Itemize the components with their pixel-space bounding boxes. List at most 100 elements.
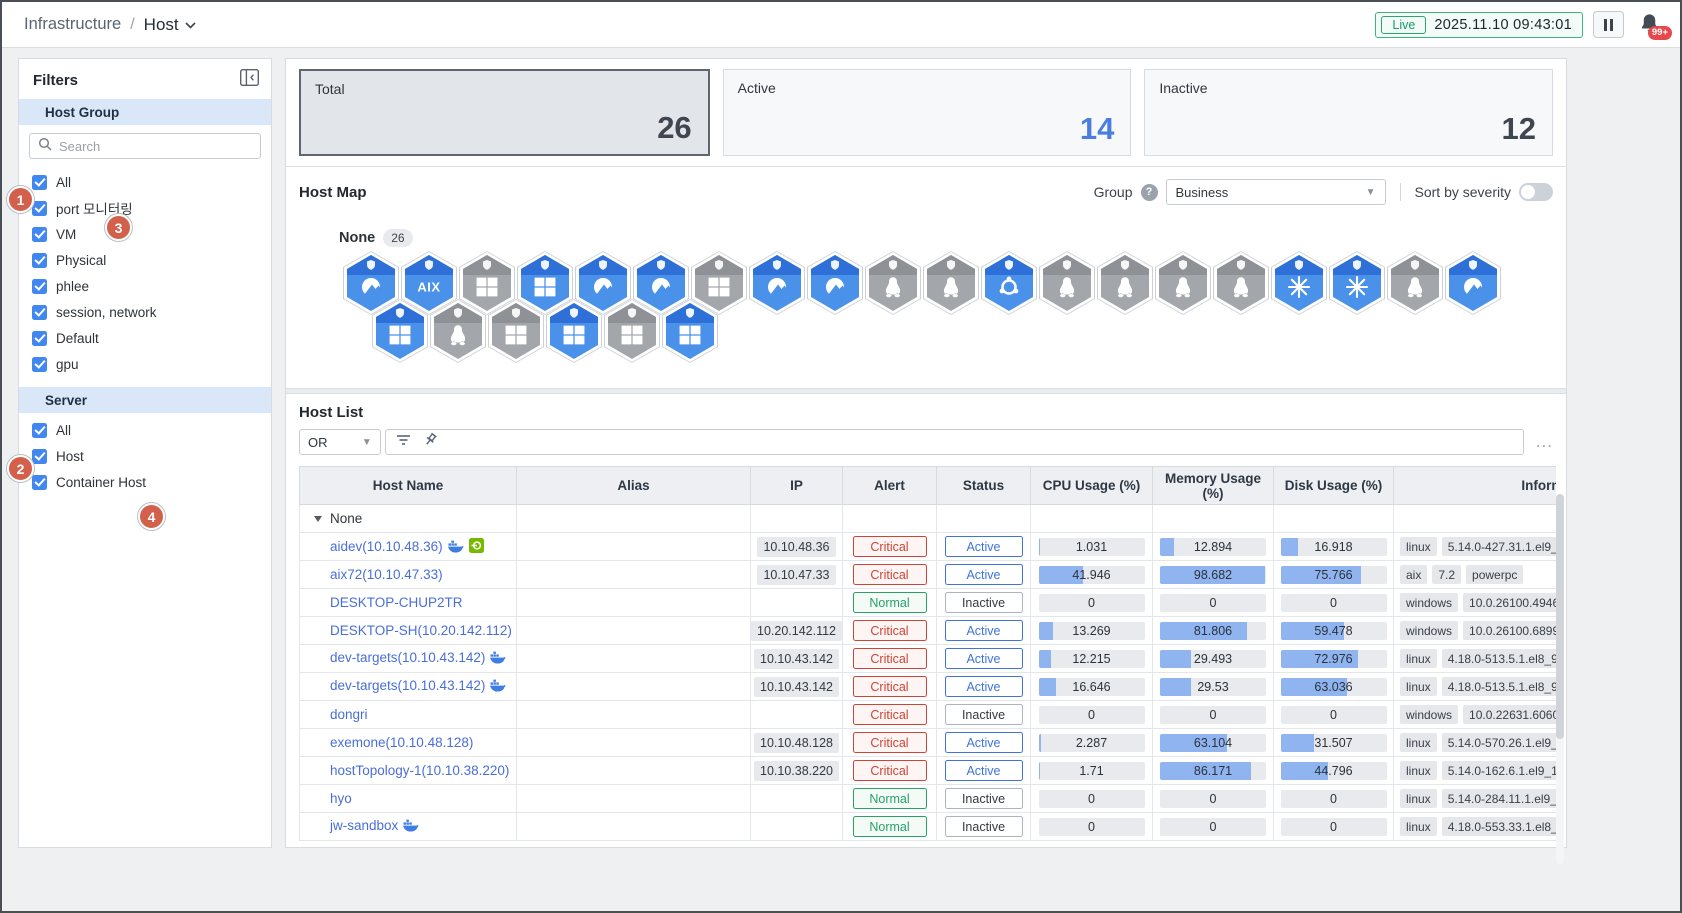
total-card[interactable]: Total 26 — [299, 69, 710, 156]
scrollbar-thumb[interactable] — [1556, 494, 1564, 739]
status-badge[interactable]: Inactive — [944, 816, 1023, 837]
host-hexagon-rocky[interactable] — [1445, 251, 1501, 315]
checkbox-checked-icon[interactable] — [32, 304, 47, 320]
host-link[interactable]: DESKTOP-SH(10.20.142.112) — [330, 623, 512, 638]
filter-checkbox-hostgroup-6[interactable]: Default — [19, 325, 271, 351]
filter-funnel-icon[interactable] — [396, 433, 411, 451]
collapse-panel-icon[interactable] — [239, 68, 260, 91]
host-link[interactable]: aidev(10.10.48.36) — [330, 539, 443, 554]
sort-by-severity-toggle[interactable] — [1519, 183, 1553, 201]
filter-checkbox-hostgroup-2[interactable]: VM — [19, 221, 271, 247]
column-header[interactable]: CPU Usage (%) — [1030, 466, 1153, 505]
search-input[interactable] — [59, 138, 252, 154]
sidebar-section-host-group[interactable]: Host Group — [19, 99, 271, 125]
host-hexagon-linux[interactable] — [865, 251, 921, 315]
checkbox-checked-icon[interactable] — [32, 356, 47, 372]
host-hexagon-linux[interactable] — [1213, 251, 1269, 315]
host-link[interactable]: hostTopology-1(10.10.38.220) — [330, 763, 509, 778]
host-link[interactable]: dev-targets(10.10.43.142) — [330, 678, 485, 693]
inactive-card[interactable]: Inactive 12 — [1144, 69, 1554, 156]
alert-badge[interactable]: Normal — [852, 592, 927, 613]
host-hexagon-rocky[interactable] — [749, 251, 805, 315]
alert-badge[interactable]: Critical — [852, 760, 927, 781]
filter-checkbox-hostgroup-5[interactable]: session, network — [19, 299, 271, 325]
status-badge[interactable]: Inactive — [944, 704, 1023, 725]
filter-checkbox-hostgroup-7[interactable]: gpu — [19, 351, 271, 377]
host-hexagon-windows[interactable] — [488, 299, 544, 363]
host-hexagon-centos[interactable] — [1271, 251, 1327, 315]
alert-badge[interactable]: Critical — [852, 732, 927, 753]
column-header[interactable]: Disk Usage (%) — [1273, 466, 1394, 505]
filter-operator-select[interactable]: OR ▼ — [299, 429, 381, 455]
group-select[interactable]: Business ▼ — [1165, 179, 1386, 205]
checkbox-checked-icon[interactable] — [32, 422, 47, 438]
host-hexagon-rocky[interactable] — [807, 251, 863, 315]
collapse-triangle-icon[interactable] — [314, 515, 322, 522]
host-hexagon-ubuntu[interactable] — [981, 251, 1037, 315]
host-hexagon-linux[interactable] — [1097, 251, 1153, 315]
alert-badge[interactable]: Normal — [852, 816, 927, 837]
column-header[interactable]: Information — [1393, 466, 1556, 505]
status-badge[interactable]: Active — [944, 676, 1023, 697]
filter-checkbox-hostgroup-4[interactable]: phlee — [19, 273, 271, 299]
host-hexagon-linux[interactable] — [1387, 251, 1443, 315]
column-header[interactable]: Alert — [842, 466, 937, 505]
host-link[interactable]: dongri — [330, 707, 368, 722]
host-filter-input[interactable] — [384, 429, 1524, 455]
checkbox-checked-icon[interactable] — [32, 278, 47, 294]
host-link[interactable]: jw-sandbox — [330, 818, 398, 833]
checkbox-checked-icon[interactable] — [32, 252, 47, 268]
alert-badge[interactable]: Critical — [852, 620, 927, 641]
filter-checkbox-server-2[interactable]: Container Host — [19, 469, 271, 495]
filter-checkbox-hostgroup-3[interactable]: Physical — [19, 247, 271, 273]
active-card[interactable]: Active 14 — [722, 69, 1132, 156]
checkbox-checked-icon[interactable] — [32, 200, 47, 216]
column-header[interactable]: Status — [936, 466, 1031, 505]
checkbox-checked-icon[interactable] — [32, 448, 47, 464]
filter-checkbox-hostgroup-1[interactable]: port 모니터링 — [19, 195, 271, 221]
host-hexagon-windows[interactable] — [372, 299, 428, 363]
status-badge[interactable]: Active — [944, 620, 1023, 641]
breadcrumb-host[interactable]: Host — [144, 15, 179, 35]
host-link[interactable]: dev-targets(10.10.43.142) — [330, 650, 485, 665]
host-hexagon-linux[interactable] — [430, 299, 486, 363]
host-hexagon-windows[interactable] — [546, 299, 602, 363]
status-badge[interactable]: Active — [944, 564, 1023, 585]
host-group-search[interactable] — [29, 133, 261, 159]
host-hexagon-linux[interactable] — [1155, 251, 1211, 315]
alert-badge[interactable]: Critical — [852, 676, 927, 697]
status-badge[interactable]: Active — [944, 732, 1023, 753]
pause-button[interactable] — [1593, 11, 1624, 38]
more-options-icon[interactable]: ... — [1536, 433, 1553, 450]
sidebar-section-server[interactable]: Server — [19, 387, 271, 413]
filter-checkbox-server-0[interactable]: All — [19, 417, 271, 443]
host-link[interactable]: DESKTOP-CHUP2TR — [330, 595, 463, 610]
checkbox-checked-icon[interactable] — [32, 474, 47, 490]
checkbox-checked-icon[interactable] — [32, 330, 47, 346]
host-link[interactable]: hyo — [330, 791, 352, 806]
column-header[interactable]: Memory Usage (%) — [1152, 466, 1274, 505]
host-link[interactable]: exemone(10.10.48.128) — [330, 735, 473, 750]
status-badge[interactable]: Active — [944, 648, 1023, 669]
checkbox-checked-icon[interactable] — [32, 226, 47, 242]
status-badge[interactable]: Active — [944, 536, 1023, 557]
checkbox-checked-icon[interactable] — [32, 174, 47, 190]
host-hexagon-linux[interactable] — [923, 251, 979, 315]
pin-icon[interactable] — [423, 432, 438, 452]
notification-bell[interactable]: 99+ — [1638, 12, 1672, 40]
alert-badge[interactable]: Normal — [852, 788, 927, 809]
status-badge[interactable]: Inactive — [944, 592, 1023, 613]
alert-badge[interactable]: Critical — [852, 564, 927, 585]
alert-badge[interactable]: Critical — [852, 648, 927, 669]
vertical-scrollbar[interactable] — [1556, 494, 1564, 864]
column-header[interactable]: Alias — [516, 466, 751, 505]
column-header[interactable]: Host Name — [299, 466, 517, 505]
chevron-down-icon[interactable] — [185, 16, 196, 34]
host-hexagon-centos[interactable] — [1329, 251, 1385, 315]
host-hexagon-windows[interactable] — [604, 299, 660, 363]
group-row-none[interactable]: None — [299, 504, 1556, 533]
host-hexagon-linux[interactable] — [1039, 251, 1095, 315]
breadcrumb-infrastructure[interactable]: Infrastructure — [24, 15, 121, 34]
alert-badge[interactable]: Critical — [852, 536, 927, 557]
filter-checkbox-server-1[interactable]: Host — [19, 443, 271, 469]
